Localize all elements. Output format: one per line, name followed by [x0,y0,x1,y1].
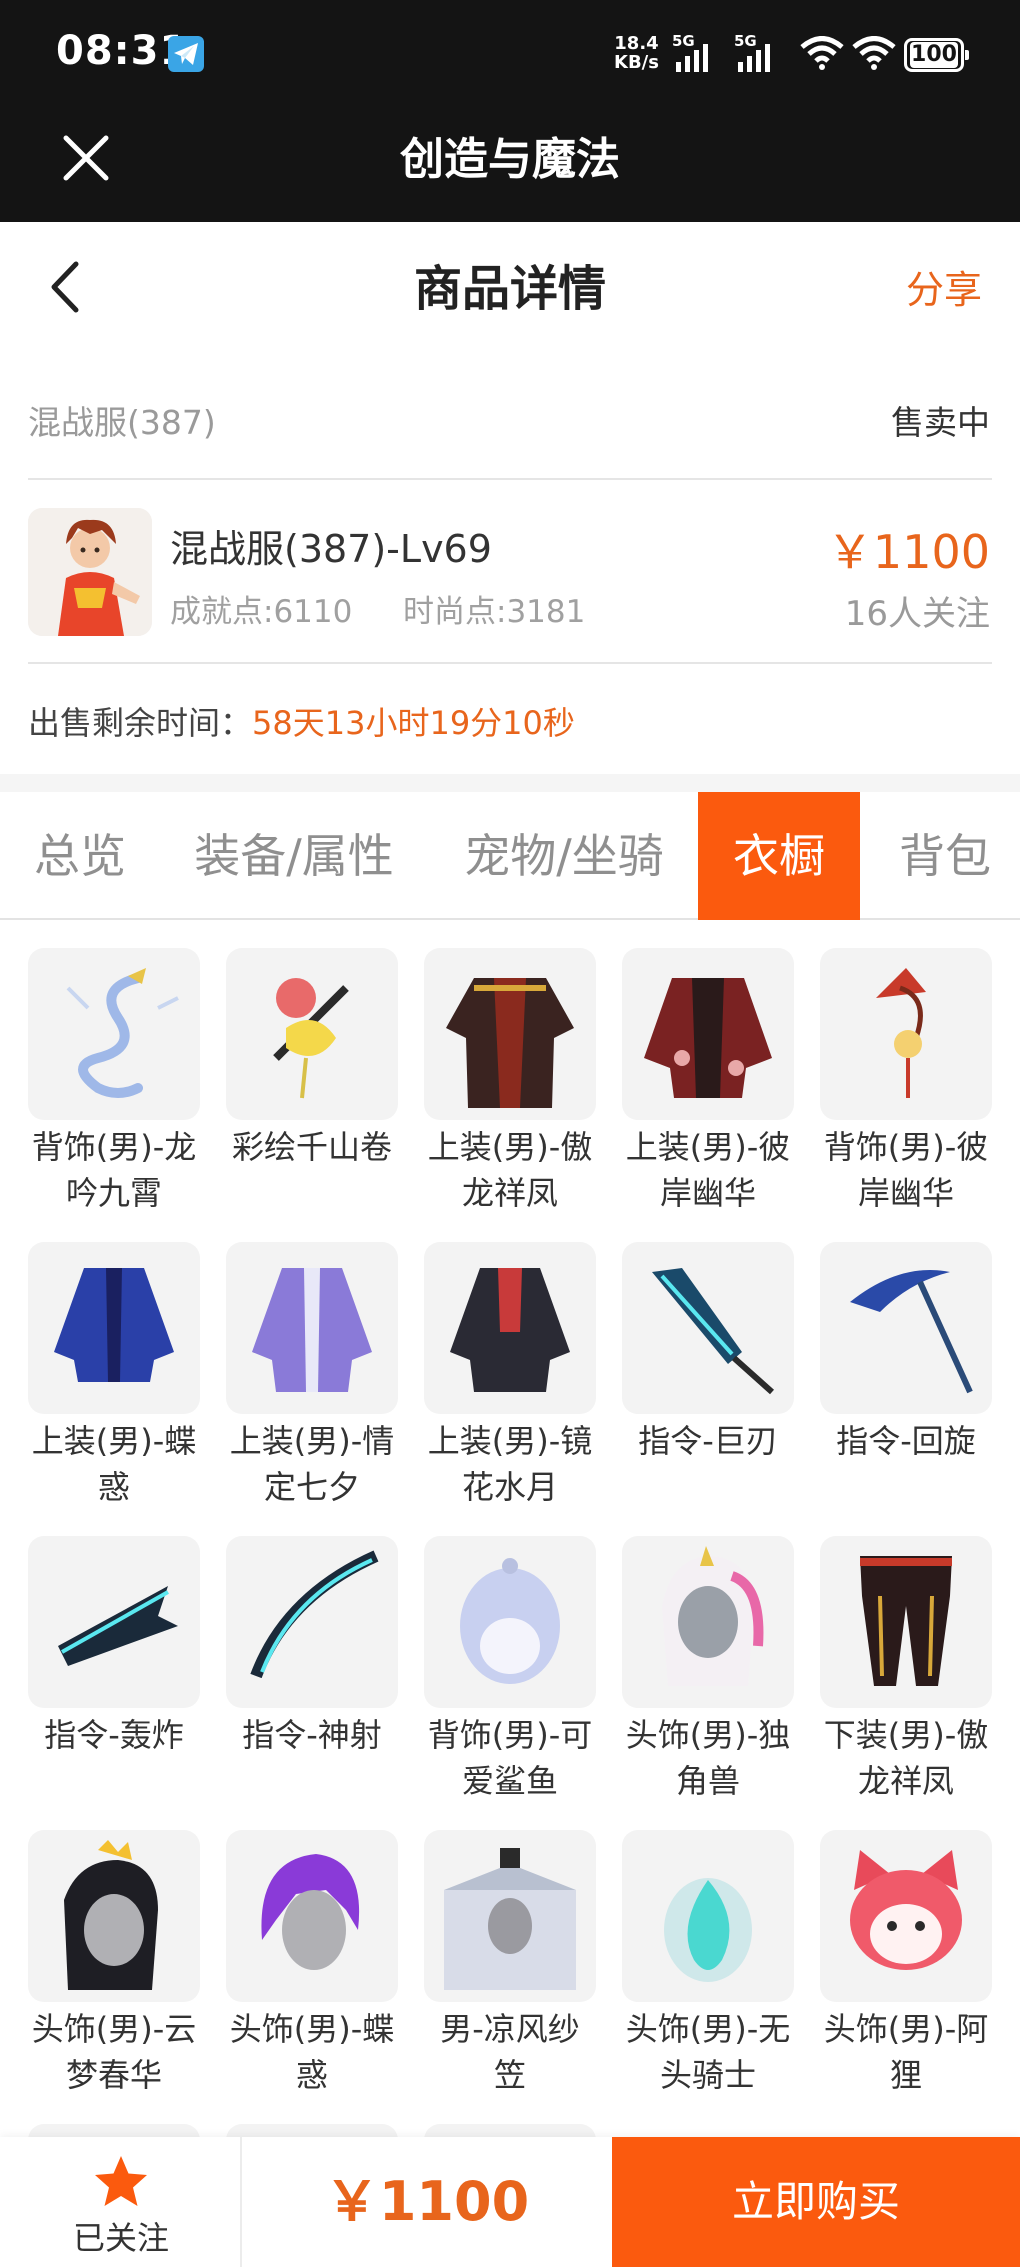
tab-pets[interactable]: 宠物/坐骑 [444,792,684,920]
scroll-icon [226,948,398,1120]
follow-button[interactable]: 已关注 [0,2137,242,2267]
item-label: 头饰(男)-云 梦春华 [31,2010,197,2094]
star-icon [95,2156,147,2206]
remaining-value: 58天13小时19分10秒 [252,704,575,742]
achievement-points: 成就点:6110 [170,594,353,630]
item-label: 背饰(男)-龙 吟九霄 [31,1128,197,1212]
divider [28,478,992,480]
bow-icon [226,1536,398,1708]
hair-icon [28,1830,200,2002]
remaining-label: 出售剩余时间： [28,704,253,742]
item-label: 上装(男)-镜 花水月 [427,1422,593,1506]
coat-icon [226,1242,398,1414]
item-label: 指令-回旋 [836,1422,976,1460]
tab-backpack[interactable]: 背包 [870,792,1020,920]
robe-icon [424,948,596,1120]
scythe-icon [820,1242,992,1414]
telegram-icon [168,36,204,72]
veil-hat-icon [424,1830,596,2002]
sale-status: 售卖中 [891,403,990,442]
fan-icon [820,948,992,1120]
character-avatar [28,508,152,636]
item-label: 上装(男)-彼 岸幽华 [625,1128,791,1212]
robe-icon [622,948,794,1120]
tab-wardrobe[interactable]: 衣橱 [698,792,860,920]
net-speed: 18.4 KB/s [614,34,659,72]
share-button[interactable]: 分享 [906,262,982,318]
blade-icon [622,1242,794,1414]
bottom-price: ￥1100 [324,2170,530,2233]
item-label: 头饰(男)-无 头骑士 [625,2010,791,2094]
tab-overview[interactable]: 总览 [0,792,160,920]
item-label: 男-凉风纱笠 [440,2010,580,2094]
net-speed-value: 18.4 [614,33,659,54]
app-header: 创造与魔法 [0,110,1020,222]
tab-bar: 总览 装备/属性 宠物/坐骑 衣橱 背包 [0,792,1020,920]
section-gap [0,774,1020,792]
character-name: 混战服(387)-Lv69 [170,527,492,571]
unicorn-hood-icon [622,1536,794,1708]
page-title: 商品详情 [413,261,606,317]
price: ￥1100 [826,525,990,579]
app-title: 创造与魔法 [400,134,620,185]
item-label: 背饰(男)-可 爱鲨鱼 [427,1716,593,1800]
battery-level: 100 [910,42,958,68]
divider [28,662,992,664]
status-bar: 08:31 18.4 KB/s 5G 5G 100 [0,0,1020,110]
remaining-time: 出售剩余时间：58天13小时19分10秒 [28,698,575,744]
coat-icon [28,1242,200,1414]
item-label: 指令-巨刃 [638,1422,778,1460]
shark-icon [424,1536,596,1708]
item-label: 头饰(男)-阿狸 [823,2010,989,2094]
follow-label: 已关注 [72,2219,169,2257]
flame-icon [622,1830,794,2002]
item-label: 头饰(男)-蝶惑 [229,2010,395,2094]
fox-head-icon [820,1830,992,2002]
item-label: 上装(男)-傲 龙祥凤 [427,1128,593,1212]
page-nav: 商品详情 分享 [0,222,1020,358]
item-label: 指令-神射 [242,1716,382,1754]
item-label: 指令-轰炸 [44,1716,184,1754]
bottom-bar: 已关注 ￥1100 立即购买 [0,2137,1020,2267]
item-label: 彩绘千山卷 [231,1128,392,1166]
jet-icon [28,1536,200,1708]
server-name: 混战服(387) [28,403,216,442]
wifi-icon [800,36,844,70]
item-label: 上装(男)-蝶惑 [31,1422,197,1506]
follower-count: 16人关注 [844,594,990,634]
item-label: 背饰(男)-彼 岸幽华 [823,1128,989,1212]
coat-icon [424,1242,596,1414]
wifi-icon [852,36,896,70]
item-label: 下装(男)-傲 龙祥凤 [823,1716,989,1800]
net-speed-unit: KB/s [614,52,659,73]
pants-icon [820,1536,992,1708]
item-label: 上装(男)-情 定七夕 [229,1422,395,1506]
tab-equipment[interactable]: 装备/属性 [174,792,414,920]
battery-icon: 100 [904,38,969,72]
hair-icon [226,1830,398,2002]
item-label: 头饰(男)-独 角兽 [625,1716,791,1800]
fashion-points: 时尚点:3181 [403,594,586,630]
buy-now-button[interactable]: 立即购买 [612,2137,1020,2267]
dragon-icon [28,948,200,1120]
